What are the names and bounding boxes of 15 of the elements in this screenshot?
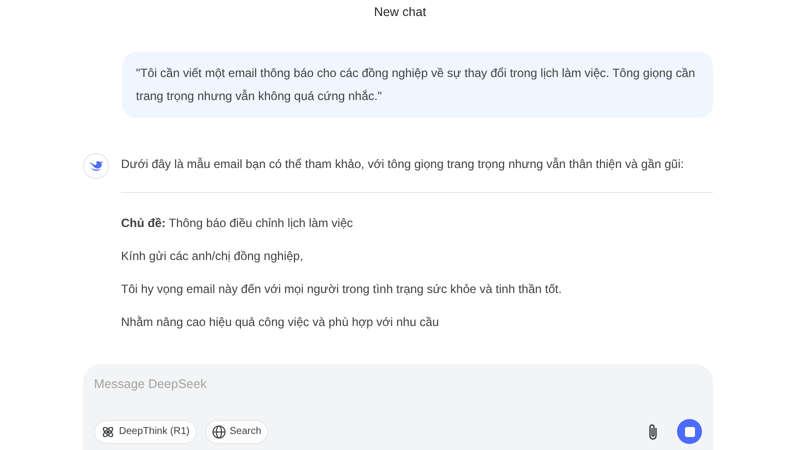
stop-icon xyxy=(684,426,694,436)
paperclip-icon xyxy=(647,422,659,440)
atom-icon xyxy=(101,424,115,438)
message-composer: Message DeepSeek DeepThink (R1) Search xyxy=(83,364,713,450)
email-paragraph: Chủ đề: Thông báo điều chỉnh lịch làm việc xyxy=(121,215,354,231)
email-paragraph: Kính gửi các anh/chị đồng nghiệp, xyxy=(121,248,304,264)
search-toggle[interactable]: Search xyxy=(204,420,268,444)
user-message: "Tôi cần viết một email thông báo cho các đồng nghiệp về sự thay đổi trong lịch làm việc. Tông giọng cần trang trọng nhưng vẫn không quá cứng nhắc." xyxy=(122,52,713,118)
email-paragraph: Nhằm nâng cao hiệu quả công việc và phù hợp với nhu cầu xyxy=(121,314,440,330)
assistant-message: Dưới đây là mẫu email bạn có thể tham khảo, với tông giọng trang trọng nhưng vẫn thân thiện và gần gũi: xyxy=(121,156,685,172)
chat-title: New chat xyxy=(374,4,426,21)
stop-button[interactable] xyxy=(677,419,702,444)
globe-icon xyxy=(212,424,226,438)
deepthink-toggle[interactable]: DeepThink (R1) xyxy=(94,420,197,444)
email-paragraph: Tôi hy vọng email này đến với mọi người trong tình trạng sức khỏe và tinh thần tốt. xyxy=(121,281,563,297)
